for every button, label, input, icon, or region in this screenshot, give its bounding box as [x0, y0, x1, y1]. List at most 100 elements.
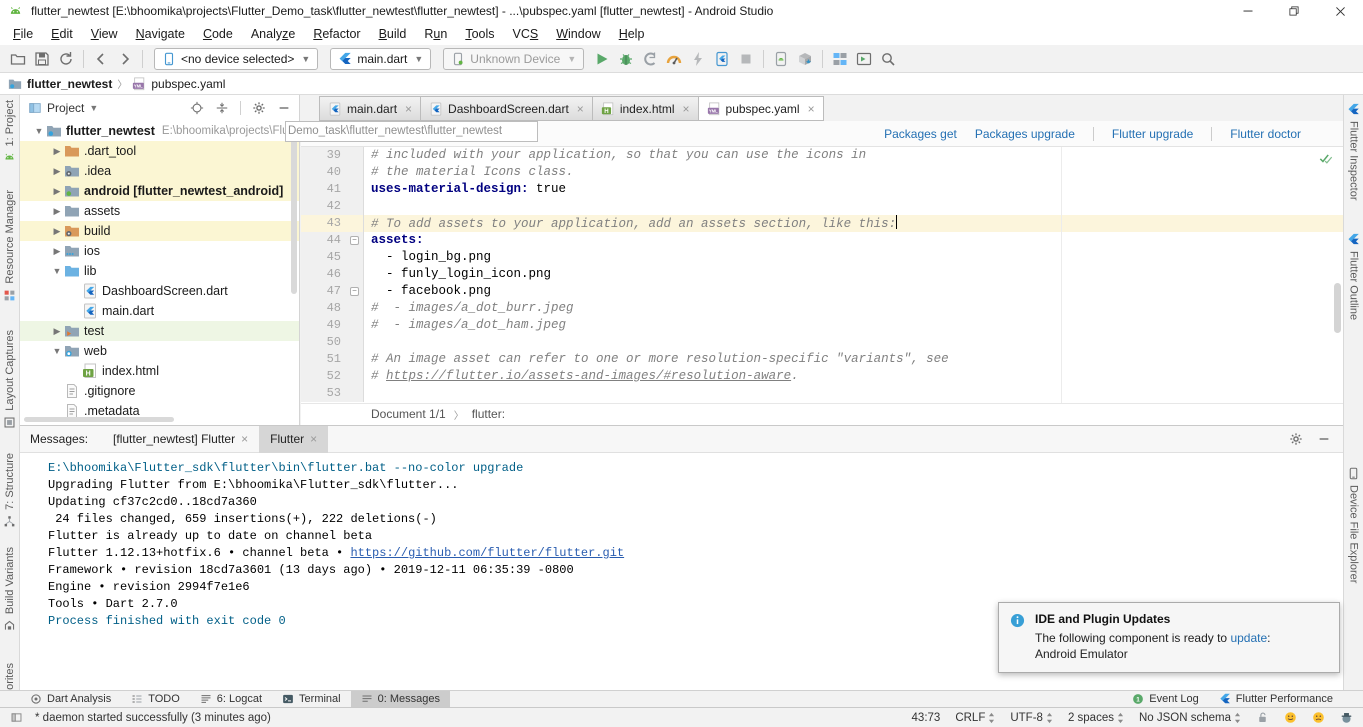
tree-expander-icon[interactable]: ▶	[50, 186, 64, 197]
tool-stripe-button-resource-manager[interactable]: Resource Manager	[0, 190, 19, 302]
menu-window[interactable]: Window	[547, 25, 609, 43]
breadcrumb-file[interactable]: pubspec.yaml	[151, 77, 225, 91]
tool-stripe-button-device-file-explorer[interactable]: Device File Explorer	[1344, 467, 1363, 583]
tool-window-switcher-icon[interactable]	[10, 711, 23, 724]
tree-row[interactable]: ▶build	[20, 221, 299, 241]
comment-link[interactable]: https://flutter.io/assets-and-images/#re…	[386, 369, 791, 383]
sdk-manager-icon[interactable]	[793, 48, 817, 70]
fold-marker-icon[interactable]: −	[350, 236, 359, 245]
project-view-selector[interactable]: Project	[47, 101, 84, 115]
tree-row[interactable]: ▶android [flutter_newtest_android]	[20, 181, 299, 201]
project-structure-icon[interactable]	[828, 48, 852, 70]
tree-expander-icon[interactable]: ▶	[50, 206, 64, 217]
breadcrumb-project[interactable]: flutter_newtest	[27, 77, 112, 91]
menu-file[interactable]: File	[4, 25, 42, 43]
code-editor[interactable]: 39# included with your application, so t…	[301, 147, 1343, 403]
target-device-selector[interactable]: Unknown Device ▼	[443, 48, 584, 70]
status-message[interactable]: * daemon started successfully (3 minutes…	[35, 712, 271, 724]
fold-marker-icon[interactable]: −	[350, 287, 359, 296]
feedback-sad-icon[interactable]	[1312, 711, 1325, 724]
tool-stripe-button-flutter-outline[interactable]: Flutter Outline	[1344, 233, 1363, 320]
toolwindow-button-terminal[interactable]: Terminal	[272, 691, 351, 707]
action-link-flutter-doctor[interactable]: Flutter doctor	[1230, 127, 1301, 141]
menu-tools[interactable]: Tools	[456, 25, 503, 43]
tab-pubspec-yaml[interactable]: YMLpubspec.yaml×	[699, 96, 824, 121]
tree-row[interactable]: DashboardScreen.dart	[20, 281, 299, 301]
indent-selector[interactable]: 2 spaces	[1068, 712, 1124, 724]
lock-icon[interactable]	[1256, 711, 1269, 724]
menu-build[interactable]: Build	[370, 25, 416, 43]
back-icon[interactable]	[89, 48, 113, 70]
toolwindow-button-flutter-performance[interactable]: Flutter Performance	[1209, 691, 1343, 707]
json-schema-selector[interactable]: No JSON schema	[1139, 712, 1241, 724]
feedback-happy-icon[interactable]	[1284, 711, 1297, 724]
tree-expander-icon[interactable]: ▶	[50, 246, 64, 257]
tree-expander-icon[interactable]: ▼	[50, 266, 64, 276]
run-button[interactable]	[590, 48, 614, 70]
tab-close-icon[interactable]: ×	[405, 102, 412, 116]
project-scrollbar-horizontal[interactable]	[24, 417, 174, 422]
toolwindow-button-event-log[interactable]: 1Event Log	[1122, 691, 1209, 707]
hide-panel-icon[interactable]	[1317, 432, 1331, 446]
tree-row[interactable]: ▶assets	[20, 201, 299, 221]
toolwindow-button-dart-analysis[interactable]: Dart Analysis	[20, 691, 121, 707]
tab-close-icon[interactable]: ×	[808, 102, 815, 116]
minimize-icon[interactable]	[1225, 0, 1271, 22]
search-everywhere-icon[interactable]	[876, 48, 900, 70]
run-anything-icon[interactable]	[852, 48, 876, 70]
tree-row[interactable]: ▶.dart_tool	[20, 141, 299, 161]
tree-expander-icon[interactable]: ▶	[50, 146, 64, 157]
debug-button[interactable]	[614, 48, 638, 70]
editor-scrollbar[interactable]	[1334, 283, 1341, 333]
tree-row[interactable]: .gitignore	[20, 381, 299, 401]
incognito-icon[interactable]	[1340, 711, 1353, 724]
restore-icon[interactable]	[1271, 0, 1317, 22]
project-scrollbar-vertical[interactable]	[291, 129, 297, 294]
caret-position[interactable]: 43:73	[912, 712, 941, 724]
tab-dashboardscreen-dart[interactable]: DashboardScreen.dart×	[421, 96, 593, 121]
tree-expander-icon[interactable]: ▶	[50, 166, 64, 177]
toolwindow-button-0-messages[interactable]: 0: Messages	[351, 691, 450, 707]
messages-tab-1[interactable]: [flutter_newtest] Flutter×	[102, 426, 259, 453]
tree-row[interactable]: main.dart	[20, 301, 299, 321]
toolwindow-button-6-logcat[interactable]: 6: Logcat	[190, 691, 272, 707]
action-link-packages-upgrade[interactable]: Packages upgrade	[975, 127, 1075, 141]
tree-expander-icon[interactable]: ▼	[50, 346, 64, 356]
tab-close-icon[interactable]: ×	[310, 432, 317, 446]
menu-view[interactable]: View	[82, 25, 127, 43]
tree-expander-icon[interactable]: ▶	[50, 226, 64, 237]
tool-stripe-button-build-variants[interactable]: Build Variants	[0, 547, 19, 632]
tab-close-icon[interactable]: ×	[683, 102, 690, 116]
hide-panel-icon[interactable]	[277, 101, 291, 115]
collapse-all-icon[interactable]	[215, 101, 229, 115]
tree-expander-icon[interactable]: ▼	[32, 126, 46, 136]
save-all-icon[interactable]	[30, 48, 54, 70]
tool-stripe-button-flutter-inspector[interactable]: Flutter Inspector	[1344, 103, 1363, 200]
menu-navigate[interactable]: Navigate	[127, 25, 194, 43]
tool-stripe-button-favorites[interactable]: Favorites	[0, 663, 19, 690]
tree-row[interactable]: Hindex.html	[20, 361, 299, 381]
hot-reload-icon[interactable]	[686, 48, 710, 70]
stop-button[interactable]	[734, 48, 758, 70]
run-config-selector[interactable]: main.dart ▼	[330, 48, 431, 70]
open-icon[interactable]	[6, 48, 30, 70]
locate-file-icon[interactable]	[190, 101, 204, 115]
update-link[interactable]: update	[1230, 631, 1267, 645]
tree-row[interactable]: ▼web	[20, 341, 299, 361]
menu-refactor[interactable]: Refactor	[304, 25, 369, 43]
tree-row[interactable]: ▼flutter_newtestE:\bhoomika\projects\Flu…	[20, 121, 299, 141]
tool-stripe-button-1-project[interactable]: 1: Project	[0, 100, 19, 164]
menu-help[interactable]: Help	[610, 25, 654, 43]
close-icon[interactable]	[1317, 0, 1363, 22]
tab-close-icon[interactable]: ×	[241, 432, 248, 446]
yaml-breadcrumb-node[interactable]: flutter:	[472, 407, 505, 421]
gear-icon[interactable]	[252, 101, 266, 115]
avd-manager-icon[interactable]	[769, 48, 793, 70]
menu-edit[interactable]: Edit	[42, 25, 82, 43]
forward-icon[interactable]	[113, 48, 137, 70]
profiler-button[interactable]	[662, 48, 686, 70]
tree-row[interactable]: ▶test	[20, 321, 299, 341]
inspections-ok-icon[interactable]	[1319, 151, 1333, 165]
menu-run[interactable]: Run	[415, 25, 456, 43]
tree-row[interactable]: ▼lib	[20, 261, 299, 281]
